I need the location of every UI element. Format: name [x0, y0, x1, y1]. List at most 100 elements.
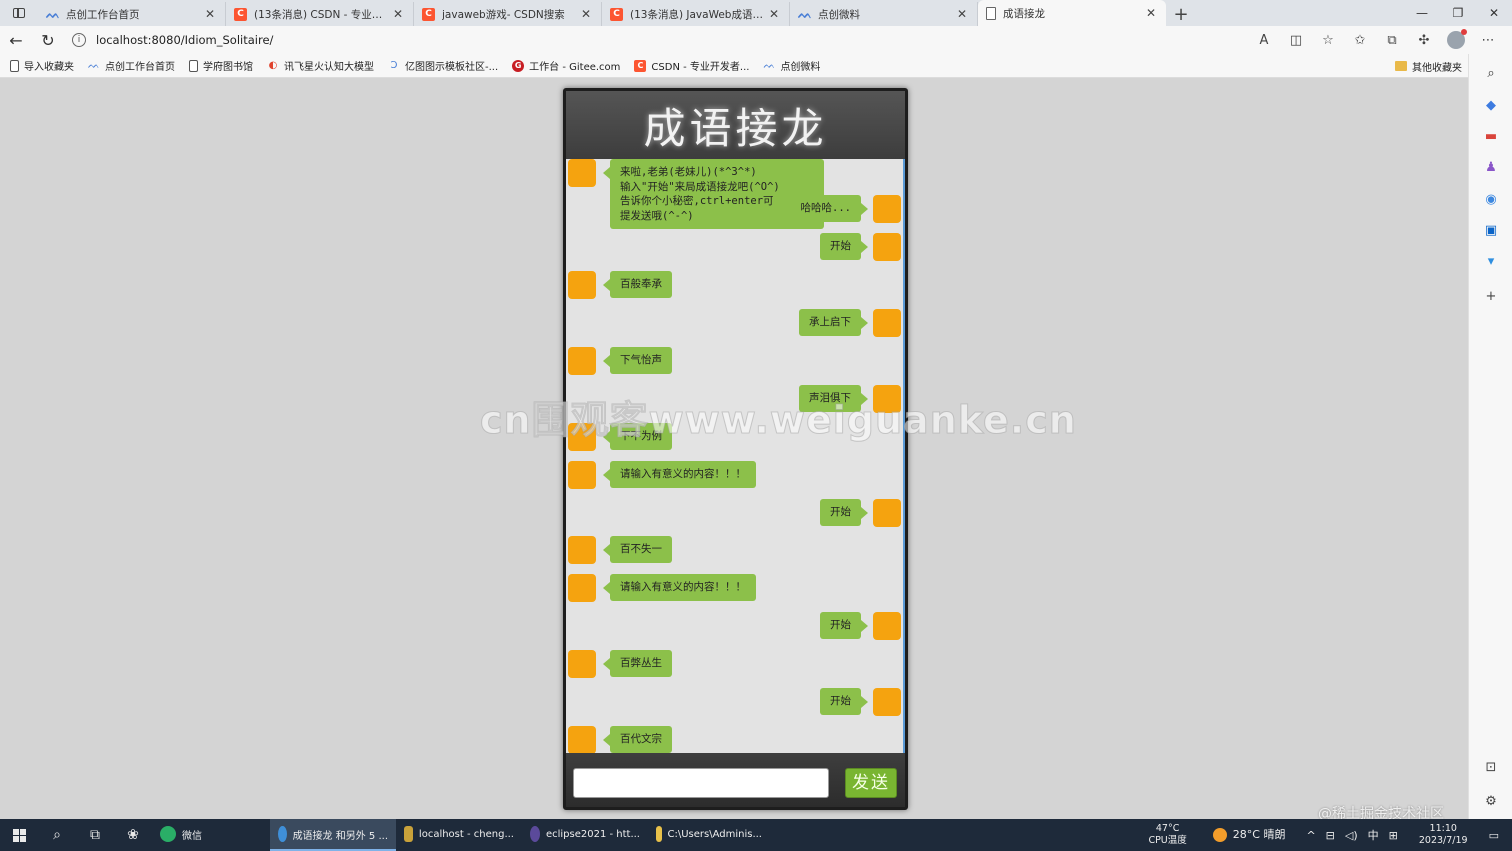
bookmark-dianchuang[interactable]: ᨓ 点创工作台首页	[88, 58, 175, 74]
search-icon[interactable]: ⌕	[1482, 64, 1500, 82]
games-icon[interactable]: ♟	[1482, 158, 1500, 176]
page-icon	[986, 6, 996, 20]
gitee-logo-icon: G	[512, 59, 525, 72]
bookmark-library[interactable]: 学府图书馆	[189, 58, 253, 73]
copilot-icon[interactable]: ◉	[1482, 190, 1500, 208]
other-bookmarks[interactable]: 其他收藏夹	[1395, 54, 1462, 78]
task-view-icon[interactable]: ⧉	[76, 819, 114, 851]
page-viewport: 成语接龙 来啦,老弟(老妹儿)(*^3^*) 输入"开始"来局成语接龙吧(^O^…	[0, 79, 1468, 822]
csdn-logo-icon: C	[610, 7, 623, 21]
bookmark-gitee[interactable]: G 工作台 - Gitee.com	[512, 58, 620, 73]
tag-icon[interactable]: ◆	[1482, 96, 1500, 114]
settings-gear-icon[interactable]: ⚙	[1482, 792, 1500, 810]
pinned-app-icon[interactable]: ❀	[114, 819, 152, 851]
message-bubble: 请输入有意义的内容！！！	[603, 461, 756, 488]
screenshot-icon[interactable]: ⊡	[1482, 758, 1500, 776]
bookmark-label: 学府图书馆	[203, 62, 253, 73]
tab-0[interactable]: ᨓ 点创工作台首页 ✕	[38, 2, 226, 26]
tab-4[interactable]: ᨓ 点创微料 ✕	[790, 2, 978, 26]
collections-icon[interactable]: ⧉	[1376, 26, 1408, 54]
csdn-logo-icon: C	[234, 7, 247, 21]
favorites-list-icon[interactable]: ✩	[1344, 26, 1376, 54]
url-text: localhost:8080/Idiom_Solitaire/	[96, 33, 274, 47]
refresh-icon[interactable]: ↻	[32, 26, 64, 54]
bot-avatar	[568, 726, 596, 753]
tab-actions-button[interactable]	[0, 0, 38, 26]
message-bubble: 承上启下	[799, 309, 868, 336]
bookmark-label: 点创微料	[780, 62, 821, 73]
tab-close-icon[interactable]: ✕	[767, 7, 781, 21]
taskbar-app-eclipse[interactable]: eclipse2021 - htt...	[522, 819, 648, 851]
notification-icon[interactable]: ▭	[1484, 829, 1504, 842]
outlook-icon[interactable]: ▣	[1482, 221, 1500, 239]
tab-2[interactable]: C javaweb游戏- CSDN搜索 ✕	[414, 2, 602, 26]
profile-avatar-icon[interactable]	[1447, 29, 1467, 49]
taskbar-app-wechat[interactable]: 微信	[152, 819, 270, 851]
split-screen-icon[interactable]: ◫	[1280, 26, 1312, 54]
new-tab-button[interactable]: +	[1166, 2, 1196, 26]
address-toolbar: ← ↻ i localhost:8080/Idiom_Solitaire/ A …	[0, 26, 1512, 54]
message-bubble: 下不为例	[603, 423, 672, 450]
dianchuang-logo-icon: ᨓ	[88, 59, 100, 71]
chat-window: 成语接龙 来啦,老弟(老妹儿)(*^3^*) 输入"开始"来局成语接龙吧(^O^…	[563, 88, 908, 810]
tab-title: 点创工作台首页	[66, 8, 140, 21]
address-bar[interactable]: i localhost:8080/Idiom_Solitaire/	[72, 27, 1248, 53]
tab-title: (13条消息) JavaWeb成语接龙小游	[630, 8, 767, 21]
bookmark-edraw[interactable]: Ɔ 亿图图示模板社区-...	[388, 58, 498, 74]
restore-icon[interactable]: ❐	[1440, 0, 1476, 26]
bookmarks-bar: 导入收藏夹 ᨓ 点创工作台首页 学府图书馆 ◐ 讯飞星火认知大模型 Ɔ 亿图图示模板社…	[0, 54, 1512, 78]
bot-avatar	[568, 347, 596, 375]
chat-messages[interactable]: 来啦,老弟(老妹儿)(*^3^*) 输入"开始"来局成语接龙吧(^O^) 告诉你…	[566, 159, 905, 753]
message-bubble: 哈哈哈...	[790, 195, 869, 222]
search-icon[interactable]: ⌕	[38, 819, 76, 851]
extension-icon[interactable]: ✣	[1408, 26, 1440, 54]
tab-strip: ᨓ 点创工作台首页 ✕ C (13条消息) CSDN - 专业开发者社 ✕ C …	[0, 0, 1512, 26]
taskbar-app-explorer[interactable]: C:\Users\Adminis...	[648, 819, 770, 851]
read-aloud-icon[interactable]: A	[1248, 26, 1280, 54]
more-menu-icon[interactable]: ⋯	[1472, 26, 1504, 54]
send-button[interactable]: 发送	[845, 768, 897, 798]
minimize-icon[interactable]: —	[1404, 0, 1440, 26]
network-icon[interactable]: ⊟	[1321, 829, 1340, 842]
bookmark-dianchuang-material[interactable]: ᨓ 点创微料	[763, 58, 821, 74]
cpu-temp[interactable]: 47°C CPU温度	[1142, 823, 1192, 847]
site-info-icon[interactable]: i	[72, 33, 86, 47]
add-sidebar-icon[interactable]: +	[1482, 287, 1500, 305]
tab-5-active[interactable]: 成语接龙 ✕	[978, 0, 1166, 26]
page-title: 成语接龙	[643, 103, 828, 153]
tab-close-icon[interactable]: ✕	[579, 7, 593, 21]
clock[interactable]: 11:10 2023/7/19	[1413, 823, 1474, 847]
volume-icon[interactable]: ◁)	[1340, 829, 1363, 842]
start-button[interactable]	[0, 819, 38, 851]
tab-close-icon[interactable]: ✕	[1144, 6, 1158, 20]
back-arrow-icon[interactable]: ←	[0, 26, 32, 54]
tab-3[interactable]: C (13条消息) JavaWeb成语接龙小游 ✕	[602, 2, 790, 26]
clock-time: 11:10	[1429, 823, 1457, 834]
tab-close-icon[interactable]: ✕	[203, 7, 217, 21]
keyboard-icon[interactable]: ⊞	[1384, 829, 1403, 842]
toolbox-icon[interactable]: ▬	[1482, 127, 1500, 145]
favorite-star-icon[interactable]: ☆	[1312, 26, 1344, 54]
tab-close-icon[interactable]: ✕	[955, 7, 969, 21]
tab-1[interactable]: C (13条消息) CSDN - 专业开发者社 ✕	[226, 2, 414, 26]
ime-indicator[interactable]: 中	[1363, 827, 1384, 843]
dianchuang-logo-icon: ᨓ	[46, 6, 61, 21]
taskbar-app-label: 成语接龙 和另外 5 ...	[292, 830, 388, 842]
drop-icon[interactable]: ▾	[1482, 252, 1500, 270]
message-input[interactable]	[573, 768, 829, 798]
bookmark-import[interactable]: 导入收藏夹	[10, 58, 74, 73]
taskbar-app-edge[interactable]: 成语接龙 和另外 5 ...	[270, 819, 396, 851]
close-window-icon[interactable]: ✕	[1476, 0, 1512, 26]
message-bubble: 声泪俱下	[799, 385, 868, 412]
bookmark-label: 工作台 - Gitee.com	[529, 62, 621, 73]
bookmark-csdn[interactable]: C CSDN - 专业开发者...	[634, 58, 749, 73]
tab-close-icon[interactable]: ✕	[391, 7, 405, 21]
weather[interactable]: 28°C 晴朗	[1207, 828, 1292, 842]
bookmark-spark[interactable]: ◐ 讯飞星火认知大模型	[267, 58, 374, 74]
chevron-up-icon[interactable]: ^	[1301, 829, 1320, 842]
edraw-logo-icon: Ɔ	[390, 59, 398, 71]
taskbar-app-localhost[interactable]: localhost - cheng...	[396, 819, 522, 851]
cpu-temp-label: CPU温度	[1148, 835, 1187, 846]
message-bubble: 百般奉承	[603, 271, 672, 298]
weather-text: 28°C 晴朗	[1232, 828, 1286, 841]
